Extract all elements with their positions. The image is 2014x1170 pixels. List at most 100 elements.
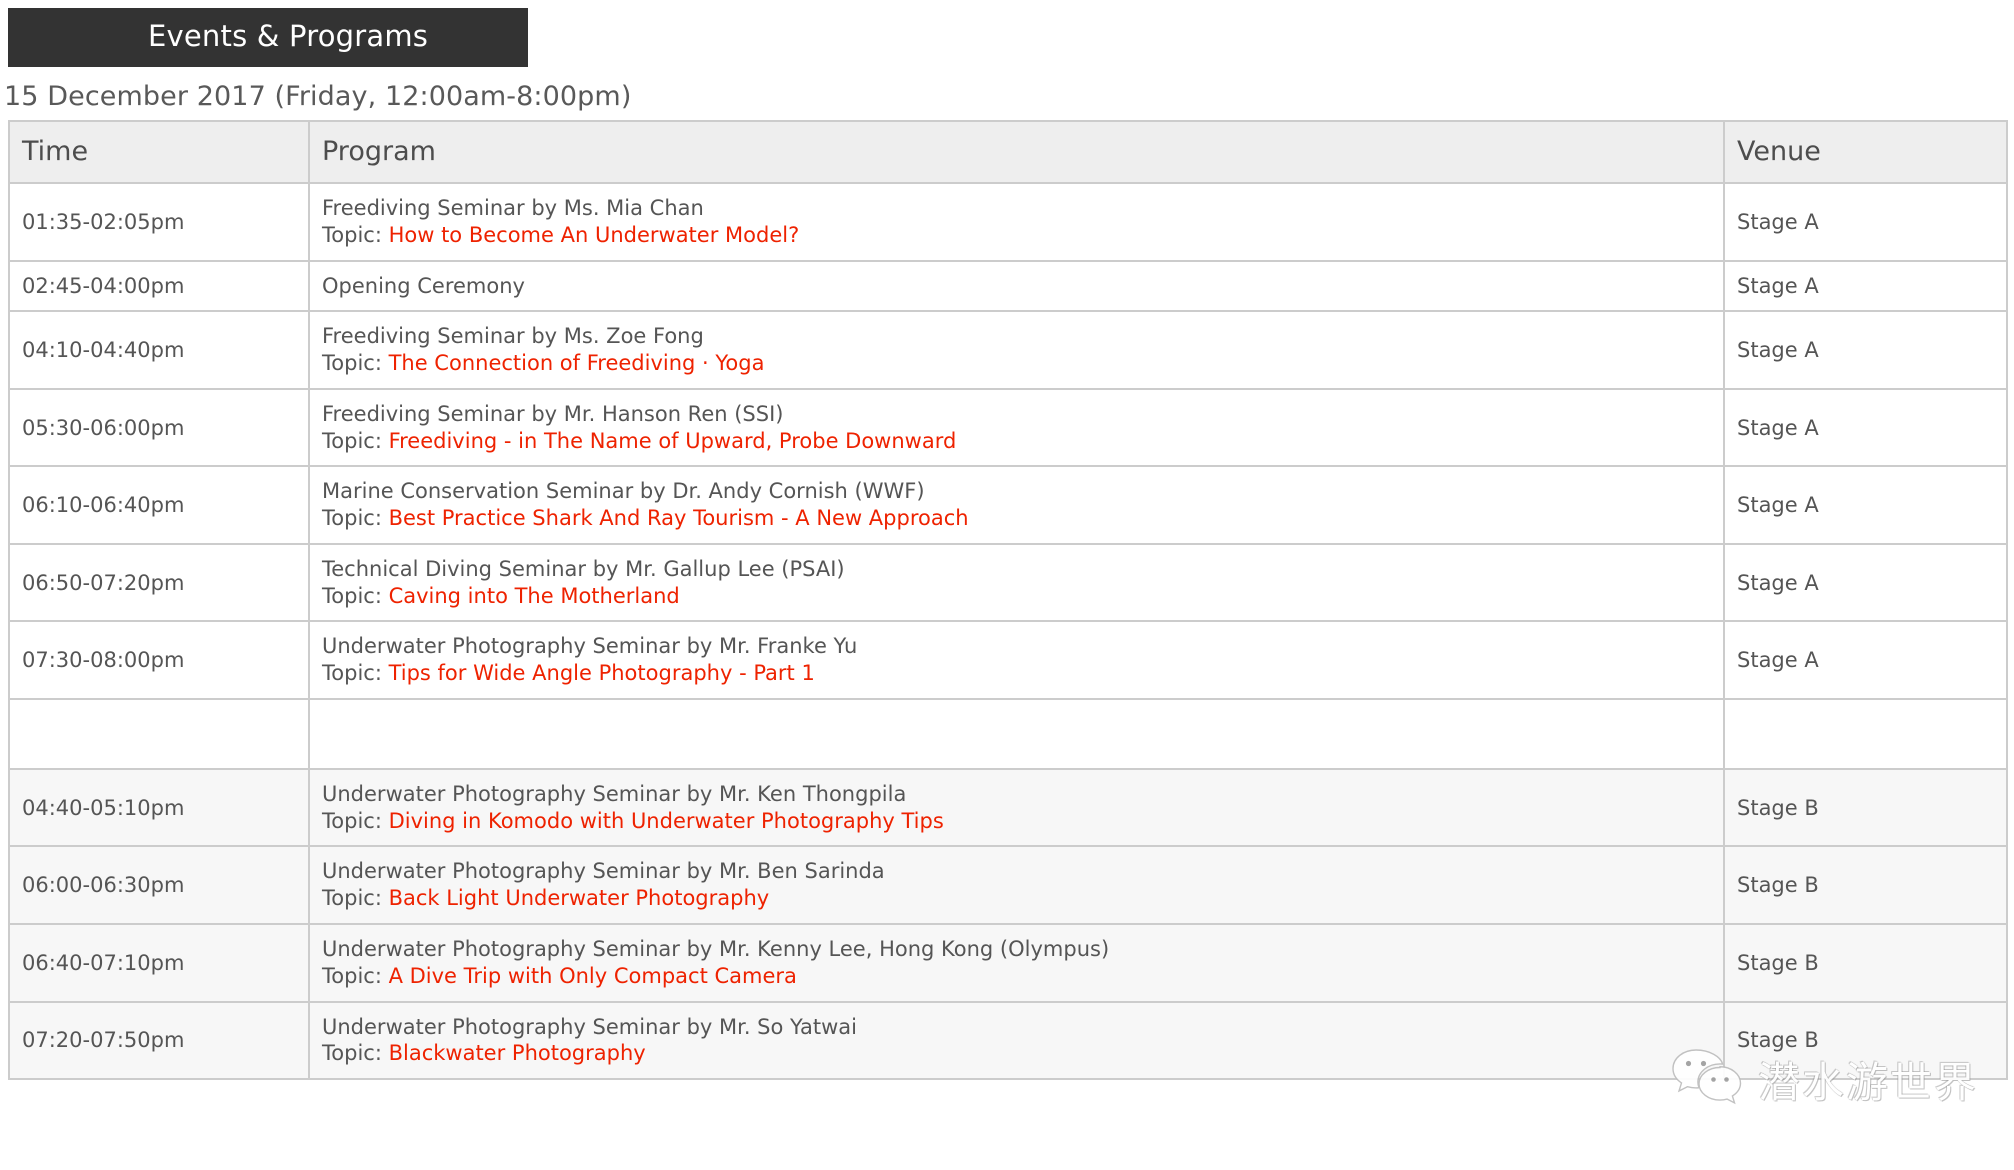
topic-label: Topic: bbox=[322, 428, 389, 453]
program-title: Technical Diving Seminar by Mr. Gallup L… bbox=[322, 556, 845, 581]
column-header-venue: Venue bbox=[1723, 120, 2008, 184]
cell-time: 06:50-07:20pm bbox=[8, 542, 310, 623]
program-topic-line: Topic: Best Practice Shark And Ray Touri… bbox=[322, 505, 1711, 532]
cell-program: Technical Diving Seminar by Mr. Gallup L… bbox=[308, 542, 1725, 623]
cell-program: Underwater Photography Seminar by Mr. So… bbox=[308, 1000, 1725, 1081]
table-row: 04:10-04:40pm Freediving Seminar by Ms. Z… bbox=[8, 310, 2008, 390]
topic-label: Topic: bbox=[322, 1041, 389, 1066]
cell-time: 06:00-06:30pm bbox=[8, 845, 310, 926]
cell-venue: Stage B bbox=[1723, 1000, 2008, 1081]
topic-label: Topic: bbox=[322, 351, 389, 376]
cell-time: 06:40-07:10pm bbox=[8, 923, 310, 1003]
topic-label: Topic: bbox=[322, 963, 389, 988]
table-spacer-cell bbox=[8, 697, 310, 770]
table-row: 07:30-08:00pm Underwater Photography Semi… bbox=[8, 620, 2008, 700]
program-topic-line: Topic: A Dive Trip with Only Compact Cam… bbox=[322, 963, 1711, 990]
topic-text: Freediving - in The Name of Upward, Prob… bbox=[388, 428, 957, 453]
table-spacer-row bbox=[8, 697, 2008, 770]
cell-time: 04:40-05:10pm bbox=[8, 767, 310, 848]
program-title: Underwater Photography Seminar by Mr. Ke… bbox=[322, 937, 1110, 962]
cell-time: 06:10-06:40pm bbox=[8, 465, 310, 545]
topic-text: Back Light Underwater Photography bbox=[388, 886, 770, 911]
program-title: Freediving Seminar by Ms. Mia Chan bbox=[322, 196, 704, 220]
topic-text: Diving in Komodo with Underwater Photogr… bbox=[388, 808, 944, 833]
cell-venue: Stage A bbox=[1723, 387, 2008, 468]
program-title: Freediving Seminar by Ms. Zoe Fong bbox=[322, 324, 704, 349]
program-title: Underwater Photography Seminar by Mr. Fr… bbox=[322, 634, 858, 659]
table-row: 02:45-04:00pm Opening Ceremony Stage A bbox=[8, 259, 2008, 313]
cell-program: Freediving Seminar by Ms. Mia Chan Topic:… bbox=[308, 182, 1725, 262]
topic-label: Topic: bbox=[322, 661, 389, 686]
cell-program: Freediving Seminar by Ms. Zoe Fong Topic:… bbox=[308, 310, 1725, 390]
program-title: Underwater Photography Seminar by Mr. Ke… bbox=[322, 781, 907, 806]
program-title: Underwater Photography Seminar by Mr. Be… bbox=[322, 859, 885, 884]
table-header-row: Time Program Venue bbox=[8, 120, 2008, 184]
cell-program: Underwater Photography Seminar by Mr. Ke… bbox=[308, 767, 1725, 848]
cell-venue: Stage A bbox=[1723, 259, 2008, 313]
table-spacer-cell bbox=[1723, 697, 2008, 770]
topic-text: How to Become An Underwater Model? bbox=[388, 222, 800, 247]
program-topic-line: Topic: The Connection of Freediving · Yo… bbox=[322, 350, 1711, 377]
column-header-time: Time bbox=[8, 120, 310, 184]
table-row: 05:30-06:00pm Freediving Seminar by Mr. H… bbox=[8, 387, 2008, 468]
topic-text: Best Practice Shark And Ray Tourism - A … bbox=[388, 506, 969, 531]
cell-program: Underwater Photography Seminar by Mr. Be… bbox=[308, 845, 1725, 926]
table-row: 04:40-05:10pm Underwater Photography Semi… bbox=[8, 767, 2008, 848]
cell-venue: Stage A bbox=[1723, 620, 2008, 700]
cell-venue: Stage B bbox=[1723, 923, 2008, 1003]
topic-text: Caving into The Motherland bbox=[388, 583, 680, 608]
topic-text: Blackwater Photography bbox=[388, 1041, 646, 1066]
topic-text: A Dive Trip with Only Compact Camera bbox=[388, 963, 797, 988]
cell-venue: Stage A bbox=[1723, 310, 2008, 390]
cell-time: 04:10-04:40pm bbox=[8, 310, 310, 390]
cell-venue: Stage B bbox=[1723, 845, 2008, 926]
page-header: Events & Programs bbox=[0, 0, 2014, 67]
cell-venue: Stage A bbox=[1723, 465, 2008, 545]
cell-time: 01:35-02:05pm bbox=[8, 182, 310, 262]
program-topic-line: Topic: Blackwater Photography bbox=[322, 1040, 1711, 1067]
table-row: 06:10-06:40pm Marine Conservation Seminar… bbox=[8, 465, 2008, 545]
schedule-table-container: Time Program Venue 01:35-02:05pm Freedivi… bbox=[0, 120, 2014, 1081]
page-title-badge: Events & Programs bbox=[8, 8, 529, 67]
cell-time: 02:45-04:00pm bbox=[8, 259, 310, 313]
topic-label: Topic: bbox=[322, 506, 389, 531]
program-topic-line: Topic: Freediving - in The Name of Upwar… bbox=[322, 428, 1711, 455]
program-title: Freediving Seminar by Mr. Hanson Ren (SS… bbox=[322, 401, 784, 426]
topic-label: Topic: bbox=[322, 808, 389, 833]
cell-venue: Stage A bbox=[1723, 182, 2008, 262]
topic-label: Topic: bbox=[322, 583, 389, 608]
cell-program: Opening Ceremony bbox=[308, 259, 1725, 313]
schedule-date-line: 15 December 2017 (Friday, 12:00am-8:00pm… bbox=[4, 81, 632, 112]
table-row: 06:00-06:30pm Underwater Photography Semi… bbox=[8, 845, 2008, 926]
cell-program: Underwater Photography Seminar by Mr. Ke… bbox=[308, 923, 1725, 1003]
cell-program: Marine Conservation Seminar by Dr. Andy … bbox=[308, 465, 1725, 545]
topic-label: Topic: bbox=[322, 222, 389, 247]
column-header-program: Program bbox=[308, 120, 1725, 184]
table-row: 07:20-07:50pm Underwater Photography Semi… bbox=[8, 1000, 2008, 1081]
topic-text: The Connection of Freediving · Yoga bbox=[388, 351, 765, 376]
table-row: 01:35-02:05pm Freediving Seminar by Ms. M… bbox=[8, 182, 2008, 262]
topic-text: Tips for Wide Angle Photography - Part 1 bbox=[388, 661, 815, 686]
cell-program: Underwater Photography Seminar by Mr. Fr… bbox=[308, 620, 1725, 700]
table-spacer-cell bbox=[308, 697, 1725, 770]
table-header: Time Program Venue bbox=[8, 120, 2008, 184]
program-title: Marine Conservation Seminar by Dr. Andy … bbox=[322, 479, 925, 504]
topic-label: Topic: bbox=[322, 886, 389, 911]
cell-time: 05:30-06:00pm bbox=[8, 387, 310, 468]
cell-venue: Stage B bbox=[1723, 767, 2008, 848]
program-title: Opening Ceremony bbox=[322, 273, 525, 298]
cell-venue: Stage A bbox=[1723, 542, 2008, 623]
program-topic-line: Topic: Caving into The Motherland bbox=[322, 583, 1711, 610]
program-topic-line: Topic: Tips for Wide Angle Photography -… bbox=[322, 660, 1711, 687]
table-row: 06:40-07:10pm Underwater Photography Semi… bbox=[8, 923, 2008, 1003]
table-body: 01:35-02:05pm Freediving Seminar by Ms. M… bbox=[8, 182, 2008, 1081]
program-topic-line: Topic: How to Become An Underwater Model… bbox=[322, 222, 1711, 249]
table-row: 06:50-07:20pm Technical Diving Seminar by… bbox=[8, 542, 2008, 623]
schedule-table: Time Program Venue 01:35-02:05pm Freedivi… bbox=[8, 120, 2008, 1081]
cell-program: Freediving Seminar by Mr. Hanson Ren (SS… bbox=[308, 387, 1725, 468]
program-topic-line: Topic: Back Light Underwater Photography bbox=[322, 885, 1711, 912]
program-topic-line: Topic: Diving in Komodo with Underwater … bbox=[322, 808, 1711, 835]
program-title: Underwater Photography Seminar by Mr. So… bbox=[322, 1014, 857, 1039]
cell-time: 07:30-08:00pm bbox=[8, 620, 310, 700]
cell-time: 07:20-07:50pm bbox=[8, 1000, 310, 1081]
